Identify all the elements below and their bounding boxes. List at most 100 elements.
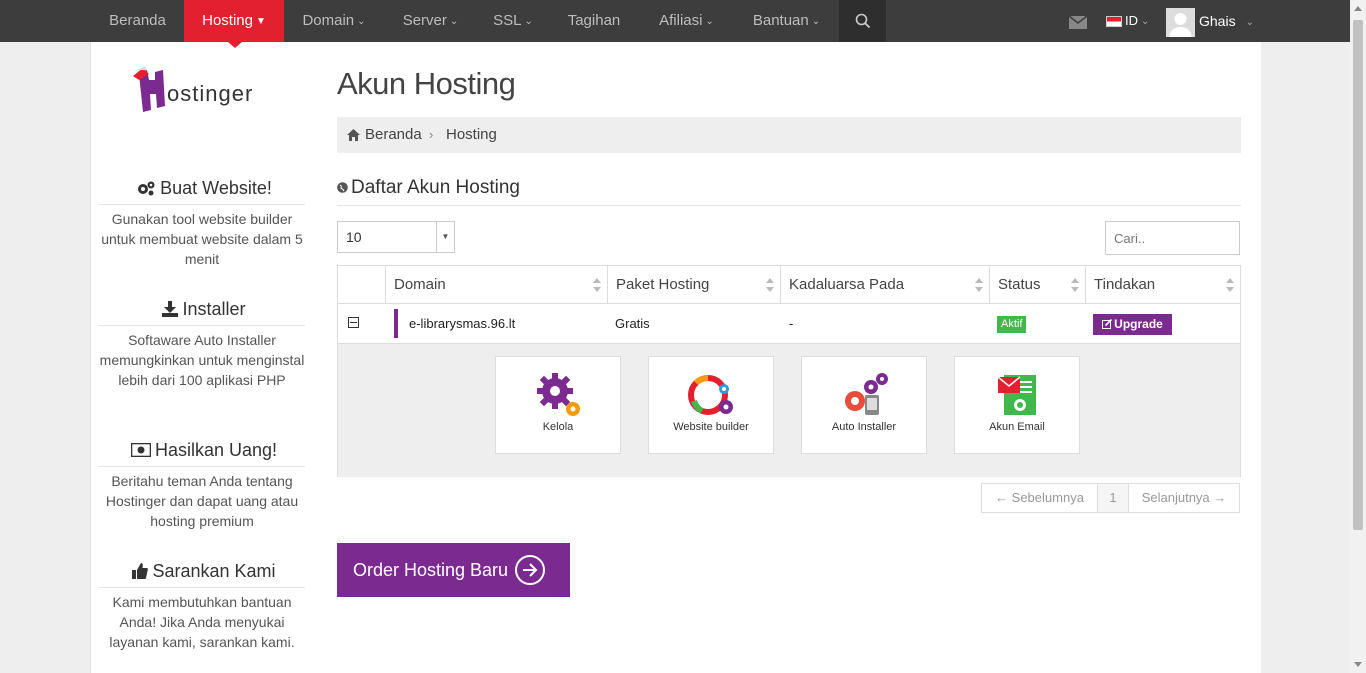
website-builder-icon (688, 375, 733, 415)
scroll-up-icon[interactable] (1354, 6, 1362, 11)
top-navbar: Beranda Hosting ▼ Domain ⌄ Server ⌄ SSL ⌄ Ta… (0, 0, 1350, 42)
section-title-text: Daftar Akun Hosting (351, 177, 520, 198)
domain-cell: e-librarysmas.96.lt (409, 316, 516, 331)
nav-afiliasi[interactable]: Afiliasi ⌄ (639, 0, 734, 42)
column-header-expires[interactable]: Kadaluarsa Pada (781, 266, 990, 303)
nav-label: Hosting (202, 12, 253, 29)
table-search-input[interactable] (1105, 221, 1240, 255)
chevron-down-icon: ⌄ (357, 16, 366, 27)
column-header-domain[interactable]: Domain (386, 266, 608, 303)
divider (99, 587, 305, 588)
nav-hosting[interactable]: Hosting ▼ (184, 0, 284, 42)
nav-domain[interactable]: Domain ⌄ (284, 0, 384, 42)
tile-website-builder[interactable]: Website builder (648, 356, 774, 454)
expires-cell: - (789, 316, 794, 331)
breadcrumb: Beranda › Hosting (337, 117, 1241, 153)
page-size-value: 10 (346, 229, 362, 245)
chevron-down-icon: ⌄ (1245, 17, 1254, 28)
tile-label: Kelola (542, 421, 574, 433)
page-number[interactable]: 1 (1098, 484, 1129, 512)
prev-page-button[interactable]: ← Sebelumnya (982, 484, 1098, 512)
tile-label: Website builder (673, 421, 749, 433)
chevron-down-icon: ⌄ (1141, 16, 1150, 27)
edit-icon (1102, 318, 1113, 329)
globe-icon (337, 182, 348, 193)
hostinger-logo[interactable]: ostinger (125, 66, 285, 116)
nav-bantuan[interactable]: Bantuan ⌄ (734, 0, 839, 42)
nav-tagihan[interactable]: Tagihan (549, 0, 639, 42)
sidebar-title-text: Installer (182, 299, 246, 319)
chevron-down-icon: ▼ (255, 16, 266, 27)
gears-icon (138, 181, 155, 196)
upgrade-button[interactable]: Upgrade (1093, 314, 1172, 335)
nav-label: Beranda (109, 12, 166, 29)
sidebar-title-text: Buat Website! (160, 178, 272, 198)
status-badge: Aktif (997, 316, 1027, 333)
svg-text:ostinger: ostinger (167, 81, 253, 106)
column-header-status[interactable]: Status (990, 266, 1086, 303)
search-icon (855, 13, 871, 29)
sidebar-title-text: Hasilkan Uang! (154, 440, 278, 460)
nav-ssl[interactable]: SSL ⌄ (477, 0, 549, 42)
sidebar-section-text: Beritahu teman Anda tentang Hostinger da… (105, 473, 299, 529)
chevron-down-icon: ⌄ (449, 16, 459, 27)
package-cell: Gratis (615, 316, 650, 331)
scroll-down-icon[interactable] (1354, 662, 1362, 667)
column-header-actions[interactable]: Tindakan (1086, 266, 1240, 303)
column-header-package[interactable]: Paket Hosting (608, 266, 781, 303)
breadcrumb-home-link[interactable]: Beranda (365, 117, 422, 153)
sidebar-section-title: Hasilkan Uang! (91, 440, 317, 461)
sidebar: ostinger Buat Website! Gunakan tool webs… (90, 42, 318, 673)
chevron-right-icon: › (429, 127, 434, 142)
sort-icon (1071, 278, 1079, 292)
nav-label: SSL (493, 12, 522, 29)
collapse-toggle-icon[interactable] (348, 317, 359, 328)
nav-label: Tagihan (567, 12, 621, 29)
tile-label: Akun Email (989, 421, 1045, 433)
section-title: Daftar Akun Hosting (337, 177, 520, 199)
sidebar-section-text: Gunakan tool website builder untuk membu… (101, 211, 303, 267)
table-header-expand (338, 266, 386, 303)
user-menu[interactable]: Ghais ⌄ (1166, 6, 1254, 37)
money-icon (130, 442, 152, 458)
tile-kelola[interactable]: Kelola (495, 356, 621, 454)
nav-label: Afiliasi (659, 12, 703, 29)
divider (99, 325, 305, 326)
tile-auto-installer[interactable]: Auto Installer (801, 356, 927, 454)
language-label: ID (1125, 13, 1138, 28)
nav-beranda[interactable]: Beranda (91, 0, 184, 42)
scroll-thumb[interactable] (1353, 20, 1363, 530)
page-size-select[interactable]: 10 ▼ (337, 221, 455, 253)
row-accent-bar (394, 309, 398, 338)
gear-icon (537, 373, 580, 416)
page-scrollbar[interactable] (1350, 0, 1366, 673)
chevron-down-icon: ⌄ (524, 16, 533, 27)
home-icon (347, 129, 360, 141)
divider (99, 204, 305, 205)
nav-label: Server (402, 12, 447, 29)
order-hosting-button[interactable]: Order Hosting Baru (337, 543, 570, 597)
breadcrumb-current: Hosting (446, 126, 497, 143)
next-page-button[interactable]: Selanjutnya → (1129, 484, 1239, 512)
sidebar-section-title: Sarankan Kami (91, 561, 317, 582)
sidebar-section-title: Buat Website! (91, 178, 317, 199)
order-button-label: Order Hosting Baru (353, 560, 509, 580)
envelope-icon[interactable] (1069, 16, 1087, 29)
column-label: Kadaluarsa Pada (789, 276, 905, 293)
sidebar-section-text: Kami membutuhkan bantuan Anda! Jika Anda… (109, 594, 295, 650)
sort-icon (593, 278, 601, 292)
chevron-down-icon: ⌄ (811, 16, 821, 27)
table-row: e-librarysmas.96.lt Gratis - Aktif Upgra… (338, 303, 1240, 343)
sort-icon (1226, 278, 1234, 292)
column-label: Domain (394, 276, 446, 293)
tile-akun-email[interactable]: Akun Email (954, 356, 1080, 454)
nav-search-button[interactable] (839, 0, 886, 42)
language-selector[interactable]: ID ⌄ (1106, 0, 1149, 42)
chevron-down-icon: ⌄ (705, 16, 714, 27)
column-label: Tindakan (1094, 276, 1156, 293)
user-silhouette-icon (1169, 12, 1192, 37)
sidebar-section-text: Softaware Auto Installer memungkinkan un… (99, 332, 305, 388)
sort-icon (975, 278, 983, 292)
divider (99, 466, 305, 467)
nav-server[interactable]: Server ⌄ (384, 0, 477, 42)
